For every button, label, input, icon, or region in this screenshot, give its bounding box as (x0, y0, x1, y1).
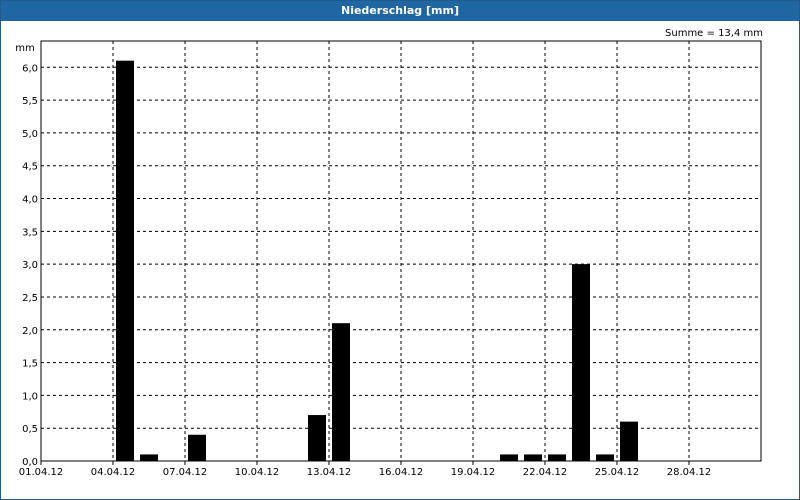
y-tick-label: 1,0 (22, 391, 38, 402)
precipitation-chart: 0,00,51,01,52,02,53,03,54,04,55,05,56,0m… (15, 28, 763, 478)
y-tick-label: 6,0 (22, 63, 38, 74)
bar-04.04.12 (116, 60, 134, 461)
bar-24.04.12 (596, 454, 614, 461)
x-tick-label: 19.04.12 (451, 467, 496, 478)
bar-25.04.12 (620, 421, 638, 461)
y-tick-label: 2,5 (22, 293, 38, 304)
y-tick-label: 1,5 (22, 359, 38, 370)
chart-window: Niederschlag [mm] 0,0 0,5 1,0 1,5 2,0 2,5 3,0 3… (0, 0, 800, 500)
x-tick-label: 25.04.12 (595, 467, 640, 478)
x-tick-label: 01.04.12 (19, 467, 64, 478)
x-tick-label: 13.04.12 (307, 467, 352, 478)
y-tick-label: 5,5 (22, 96, 38, 107)
bar-13.04.12 (332, 323, 350, 461)
bar-20.04.12 (500, 454, 518, 461)
y-axis-unit: mm (15, 43, 34, 54)
x-tick-label: 10.04.12 (235, 467, 280, 478)
y-tick-label: 4,0 (22, 195, 38, 206)
y-tick-label: 3,5 (22, 227, 38, 238)
y-tick-label: 4,5 (22, 162, 38, 173)
bar-12.04.12 (308, 415, 326, 461)
y-tick-label: 0,5 (22, 424, 38, 435)
sum-annotation: Summe = 13,4 mm (665, 28, 763, 39)
y-tick-label: 2,0 (22, 326, 38, 337)
bar-22.04.12 (548, 454, 566, 461)
bar-05.04.12 (140, 454, 158, 461)
bar-23.04.12 (572, 264, 590, 461)
bar-21.04.12 (524, 454, 542, 461)
bar-07.04.12 (188, 434, 206, 461)
x-tick-label: 04.04.12 (91, 467, 136, 478)
x-tick-label: 07.04.12 (163, 467, 208, 478)
x-tick-label: 28.04.12 (667, 467, 712, 478)
y-tick-label: 5,0 (22, 129, 38, 140)
x-tick-label: 22.04.12 (523, 467, 568, 478)
x-tick-label: 16.04.12 (379, 467, 424, 478)
y-tick-label: 3,0 (22, 260, 38, 271)
